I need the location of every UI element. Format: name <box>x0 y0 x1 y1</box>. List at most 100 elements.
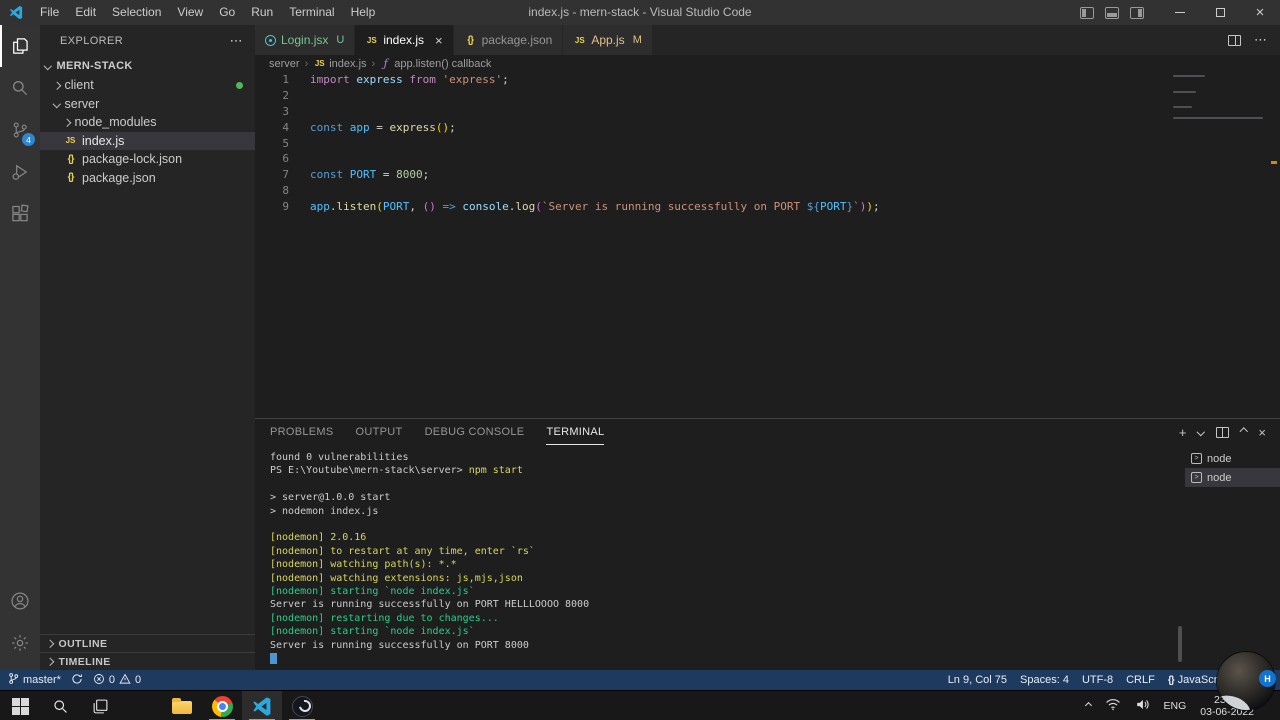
toggle-secondary-sidebar-icon[interactable] <box>1130 6 1144 19</box>
sync-changes-button[interactable] <box>71 673 83 688</box>
tab-package.json[interactable]: {} package.json <box>453 25 564 55</box>
source-control-icon[interactable]: 4 <box>0 109 40 151</box>
new-terminal-icon[interactable]: + <box>1179 425 1187 440</box>
editor-more-actions-icon[interactable]: ⋯ <box>1254 32 1267 48</box>
menu-run[interactable]: Run <box>243 0 281 25</box>
start-button[interactable] <box>0 691 40 720</box>
tab-index.js[interactable]: JS index.js × <box>355 25 454 55</box>
split-editor-icon[interactable] <box>1228 34 1241 46</box>
panel-tab-problems[interactable]: PROBLEMS <box>270 419 334 445</box>
minimap-line <box>1173 106 1192 109</box>
terminal-output[interactable]: found 0 vulnerabilities PS E:\Youtube\mer… <box>255 445 1185 670</box>
minimap[interactable] <box>1173 75 1265 122</box>
branch-indicator[interactable]: master* <box>8 672 61 688</box>
menu-file[interactable]: File <box>32 0 67 25</box>
search-icon[interactable] <box>0 67 40 109</box>
tree-item-label: package-lock.json <box>82 152 183 167</box>
json-file-icon: {} <box>67 153 75 165</box>
breadcrumb-item[interactable]: server <box>269 58 300 70</box>
vscode-taskbar-icon[interactable] <box>242 691 282 720</box>
account-icon[interactable] <box>0 580 40 622</box>
menu-terminal[interactable]: Terminal <box>281 0 342 25</box>
chevron-right-icon <box>62 118 71 127</box>
code-line[interactable]: 3 <box>255 104 1280 120</box>
terminal-scrollbar[interactable] <box>1178 626 1182 662</box>
line-number[interactable]: 3 <box>255 104 289 120</box>
code-line[interactable]: 7 const PORT = 8000; <box>255 167 1280 183</box>
terminal-session-node[interactable]: > node <box>1185 468 1280 487</box>
tree-item-index.js[interactable]: JS index.js <box>40 131 255 150</box>
encoding-indicator[interactable]: UTF-8 <box>1082 674 1113 686</box>
tree-item-client[interactable]: client <box>40 76 255 95</box>
line-number[interactable]: 4 <box>255 120 289 136</box>
code-line[interactable]: 4 const app = express(); <box>255 120 1280 136</box>
code-line[interactable]: 9 app.listen(PORT, () => console.log(`Ser… <box>255 199 1280 215</box>
line-number[interactable]: 6 <box>255 151 289 167</box>
tree-item-label: node_modules <box>74 115 157 130</box>
minimize-button[interactable] <box>1160 0 1200 25</box>
code-editor[interactable]: 1 import express from 'express'; 2 3 4 const … <box>255 72 1280 418</box>
cursor-position-indicator[interactable]: Ln 9, Col 75 <box>948 674 1007 686</box>
tray-expand-icon[interactable] <box>1084 701 1092 710</box>
code-line[interactable]: 1 import express from 'express'; <box>255 72 1280 88</box>
maximize-panel-icon[interactable] <box>1239 428 1248 436</box>
line-number[interactable]: 1 <box>255 72 289 88</box>
extensions-icon[interactable] <box>0 193 40 235</box>
code-line[interactable]: 5 <box>255 136 1280 152</box>
toggle-panel-icon[interactable] <box>1105 6 1119 19</box>
maximize-button[interactable] <box>1200 0 1240 25</box>
toggle-sidebar-icon[interactable] <box>1080 6 1094 19</box>
panel-tab-debug-console[interactable]: DEBUG CONSOLE <box>425 419 525 445</box>
line-number[interactable]: 8 <box>255 183 289 199</box>
line-number[interactable]: 7 <box>255 167 289 183</box>
close-panel-icon[interactable]: × <box>1258 425 1266 440</box>
network-icon[interactable] <box>1105 698 1121 714</box>
line-number[interactable]: 9 <box>255 199 289 215</box>
menu-edit[interactable]: Edit <box>67 0 104 25</box>
tree-item-package.json[interactable]: {} package.json <box>40 169 255 188</box>
input-language-indicator[interactable]: ENG <box>1164 700 1187 712</box>
volume-icon[interactable] <box>1135 698 1150 714</box>
panel-tab-output[interactable]: OUTPUT <box>356 419 403 445</box>
menu-help[interactable]: Help <box>343 0 384 25</box>
obs-icon[interactable] <box>282 691 322 720</box>
split-terminal-icon[interactable] <box>1215 426 1229 438</box>
task-view-icon[interactable] <box>80 691 120 720</box>
breadcrumb-item[interactable]: ƒ app.listen() callback <box>380 57 492 70</box>
tab-App.js[interactable]: JS App.js M <box>563 25 653 55</box>
taskbar-search-icon[interactable] <box>40 691 80 720</box>
run-debug-icon[interactable] <box>0 151 40 193</box>
explorer-icon[interactable] <box>0 25 40 67</box>
chevron-right-icon <box>52 81 61 90</box>
file-explorer-icon[interactable] <box>162 691 202 720</box>
tree-item-node_modules[interactable]: node_modules <box>40 113 255 132</box>
code-line[interactable]: 8 <box>255 183 1280 199</box>
close-icon[interactable]: × <box>435 33 443 48</box>
menu-selection[interactable]: Selection <box>104 0 169 25</box>
tab-Login.jsx[interactable]: Login.jsx U <box>255 25 356 55</box>
code-line[interactable]: 2 <box>255 88 1280 104</box>
close-window-button[interactable]: × <box>1240 0 1280 25</box>
menu-view[interactable]: View <box>169 0 211 25</box>
code-line[interactable]: 6 <box>255 151 1280 167</box>
menu-go[interactable]: Go <box>211 0 243 25</box>
terminal-dropdown-icon[interactable] <box>1197 428 1206 436</box>
eol-indicator[interactable]: CRLF <box>1126 674 1155 686</box>
line-number[interactable]: 5 <box>255 136 289 152</box>
tree-item-server[interactable]: server <box>40 95 255 114</box>
tree-item-package-lock.json[interactable]: {} package-lock.json <box>40 150 255 169</box>
timeline-section[interactable]: TIMELINE <box>40 652 255 670</box>
settings-gear-icon[interactable] <box>0 622 40 664</box>
chrome-icon[interactable] <box>202 691 242 720</box>
indentation-indicator[interactable]: Spaces: 4 <box>1020 674 1069 686</box>
more-actions-icon[interactable]: ⋯ <box>230 33 243 49</box>
project-root-folder[interactable]: MERN-STACK <box>40 56 255 76</box>
panel-tab-terminal[interactable]: TERMINAL <box>546 419 605 445</box>
webcam-logo-badge: H <box>1259 670 1276 687</box>
line-number[interactable]: 2 <box>255 88 289 104</box>
outline-section[interactable]: OUTLINE <box>40 634 255 652</box>
terminal-session-node[interactable]: > node <box>1185 449 1280 468</box>
breadcrumb-item[interactable]: JS index.js <box>313 58 367 70</box>
problems-indicator[interactable]: 0 0 <box>93 673 141 688</box>
